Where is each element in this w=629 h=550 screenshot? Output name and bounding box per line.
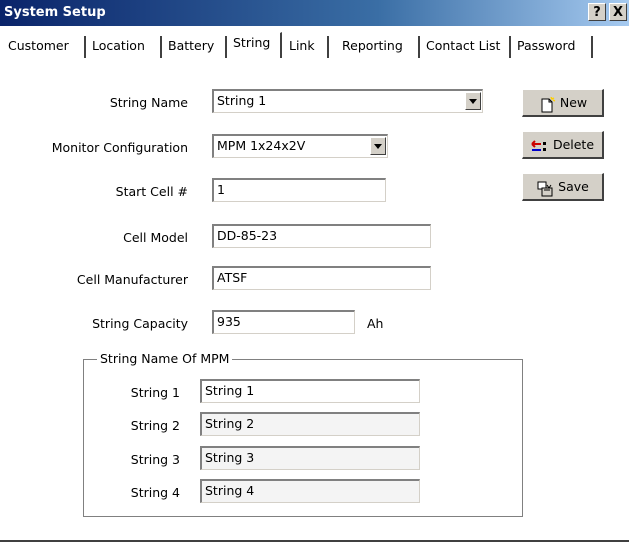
start-cell-label: Start Cell #: [115, 184, 188, 199]
save-button-label: Save: [558, 179, 589, 194]
mpm-string-1-label: String 1: [130, 385, 180, 400]
tab-location-label: Location: [92, 38, 145, 53]
tab-password[interactable]: Password: [513, 36, 593, 58]
system-setup-window: System Setup ? X Customer Location Batte…: [0, 0, 629, 550]
new-button[interactable]: New: [522, 89, 604, 117]
save-icon: [536, 180, 554, 196]
start-cell-field[interactable]: 1: [212, 178, 386, 202]
monitor-config-combo[interactable]: MPM 1x24x2V: [212, 134, 388, 158]
bottom-divider: [0, 540, 629, 542]
window-title: System Setup: [4, 5, 106, 20]
tab-battery-label: Battery: [168, 38, 215, 53]
tab-string[interactable]: String: [228, 32, 282, 58]
tab-location[interactable]: Location: [88, 36, 162, 58]
tab-reporting[interactable]: Reporting: [338, 36, 420, 58]
monitor-config-label: Monitor Configuration: [51, 140, 188, 155]
tab-link-label: Link: [289, 38, 315, 53]
monitor-config-value: MPM 1x24x2V: [217, 138, 306, 153]
group-title: String Name Of MPM: [97, 351, 233, 366]
tab-strip: Customer Location Battery String Link Re…: [0, 28, 629, 62]
mpm-string-3-field[interactable]: String 3: [200, 446, 420, 470]
capacity-unit-label: Ah: [367, 316, 384, 331]
tab-contact-list-label: Contact List: [426, 38, 501, 53]
chevron-down-icon[interactable]: [370, 137, 386, 155]
tab-password-label: Password: [517, 38, 576, 53]
tab-link[interactable]: Link: [285, 36, 329, 58]
tab-reporting-label: Reporting: [342, 38, 403, 53]
cell-model-label: Cell Model: [123, 230, 188, 245]
chevron-down-icon[interactable]: [465, 92, 481, 110]
cell-model-field[interactable]: DD-85-23: [212, 224, 431, 248]
tab-customer-label: Customer: [8, 38, 69, 53]
cell-manufacturer-field[interactable]: ATSF: [212, 266, 431, 290]
delete-button[interactable]: Delete: [522, 131, 604, 159]
mpm-string-2-label: String 2: [130, 418, 180, 433]
string-capacity-field[interactable]: 935: [212, 310, 355, 334]
mpm-string-3-label: String 3: [130, 452, 180, 467]
new-document-icon: [538, 96, 556, 112]
mpm-string-4-field[interactable]: String 4: [200, 479, 420, 503]
mpm-string-4-label: String 4: [130, 485, 180, 500]
cell-manufacturer-label: Cell Manufacturer: [76, 272, 188, 287]
tab-customer[interactable]: Customer: [4, 36, 86, 58]
tab-string-label: String: [233, 35, 271, 50]
delete-icon: [531, 138, 549, 154]
string-name-label: String Name: [109, 95, 188, 110]
tab-battery[interactable]: Battery: [164, 36, 227, 58]
new-button-label: New: [559, 95, 588, 110]
delete-button-label: Delete: [552, 137, 595, 152]
tab-contact-list[interactable]: Contact List: [422, 36, 511, 58]
mpm-string-2-field[interactable]: String 2: [200, 412, 420, 436]
title-bar[interactable]: System Setup ? X: [0, 0, 629, 26]
string-name-combo[interactable]: String 1: [212, 89, 483, 113]
help-icon[interactable]: ?: [588, 3, 606, 21]
save-button[interactable]: Save: [522, 173, 604, 201]
string-capacity-label: String Capacity: [92, 316, 188, 331]
close-icon[interactable]: X: [609, 3, 627, 21]
string-name-value: String 1: [217, 93, 267, 108]
mpm-string-1-field[interactable]: String 1: [200, 379, 420, 403]
